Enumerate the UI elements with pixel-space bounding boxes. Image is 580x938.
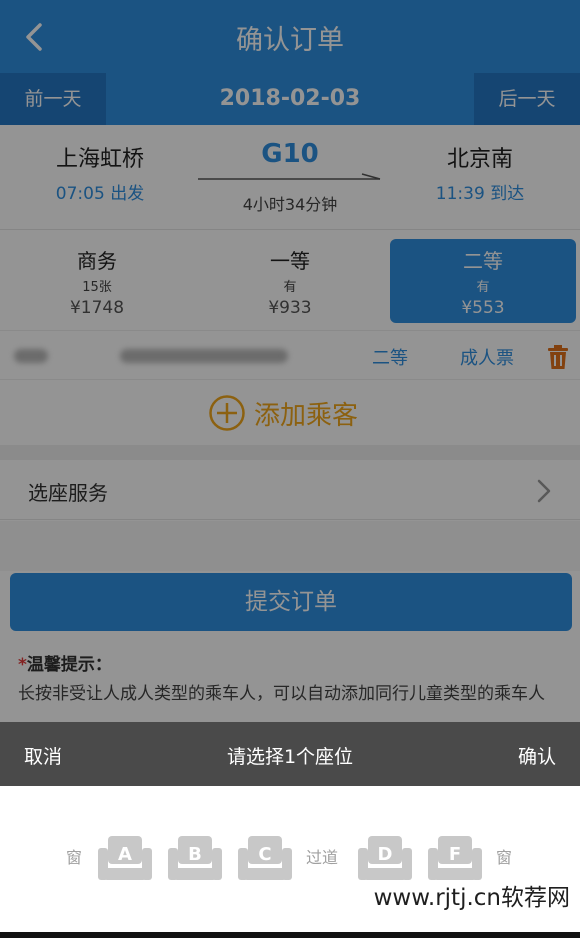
seat-d[interactable]: D [356, 834, 414, 884]
seat-letter: C [258, 844, 272, 865]
confirm-button[interactable]: 确认 [518, 742, 556, 769]
seat-letter: F [448, 844, 462, 865]
seat-letter: A [118, 844, 132, 865]
seat-b[interactable]: B [166, 834, 224, 884]
seat-letter: D [377, 844, 393, 865]
seat-letter: B [188, 844, 202, 865]
order-confirm-screen: 确认订单 前一天 2018-02-03 后一天 上海虹桥 07:05 出发 G1… [0, 0, 580, 938]
seat-a[interactable]: A [96, 834, 154, 884]
bottom-edge-bar [0, 932, 580, 938]
seat-picker-toolbar: 取消 请选择1个座位 确认 [0, 722, 580, 786]
seat-picker-title: 请选择1个座位 [226, 746, 354, 768]
seat-picker-body: 窗 A B C 过道 D F 窗 www.rjtj.cn软荐网 [0, 786, 580, 938]
aisle-label: 过道 [306, 848, 339, 867]
window-label-right: 窗 [496, 848, 513, 867]
seat-f[interactable]: F [426, 834, 484, 884]
site-watermark: www.rjtj.cn软荐网 [373, 885, 570, 911]
seat-c[interactable]: C [236, 834, 294, 884]
window-label-left: 窗 [66, 848, 83, 867]
modal-backdrop[interactable] [0, 0, 580, 722]
